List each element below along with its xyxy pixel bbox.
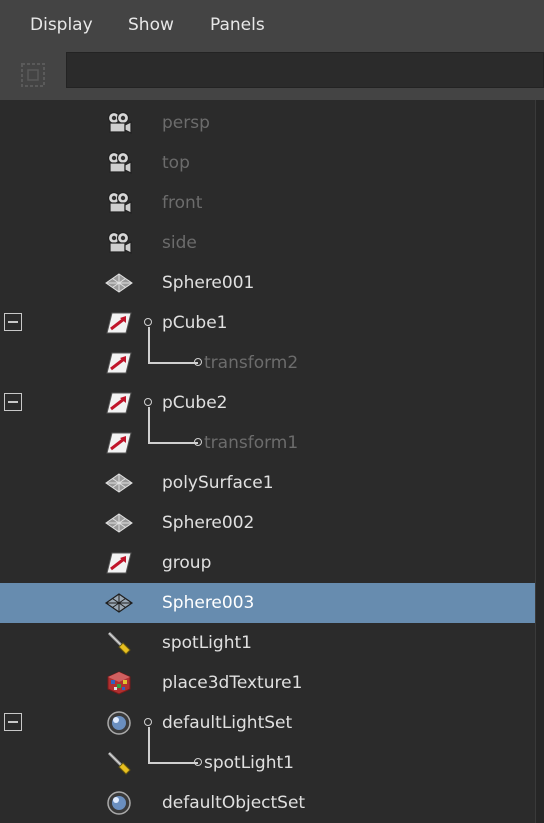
set-icon <box>107 791 131 815</box>
transform-icon <box>106 392 132 414</box>
list-item[interactable]: Sphere001 <box>0 263 536 303</box>
list-item[interactable]: persp <box>0 103 536 143</box>
mesh-icon <box>105 513 133 533</box>
menu-bar: Display Show Panels <box>0 0 544 49</box>
hierarchy-line <box>148 762 198 764</box>
item-label: persp <box>162 113 210 133</box>
scrollbar[interactable] <box>535 100 544 823</box>
mesh-icon <box>104 593 134 613</box>
mesh-icon <box>105 473 133 493</box>
hierarchy-node-icon <box>194 758 202 766</box>
list-item[interactable]: transform1 <box>0 423 536 463</box>
list-item[interactable]: side <box>0 223 536 263</box>
list-item[interactable]: pCube2 <box>0 383 536 423</box>
hierarchy-line <box>148 407 150 443</box>
list-item[interactable]: spotLight1 <box>0 623 536 663</box>
list-item[interactable]: top <box>0 143 536 183</box>
collapse-toggle[interactable] <box>4 393 22 411</box>
item-label: polySurface1 <box>162 473 274 493</box>
item-label: Sphere003 <box>162 593 255 613</box>
item-label: defaultObjectSet <box>162 793 306 813</box>
menu-show[interactable]: Show <box>128 15 174 35</box>
search-field[interactable] <box>66 52 544 88</box>
list-item[interactable]: Sphere002 <box>0 503 536 543</box>
texture-placement-icon <box>107 671 131 695</box>
hierarchy-line <box>148 727 150 763</box>
item-label: pCube1 <box>162 313 228 333</box>
item-label: Sphere001 <box>162 273 255 293</box>
mesh-icon <box>105 273 133 293</box>
item-label: transform1 <box>204 433 299 453</box>
set-icon <box>107 711 131 735</box>
spotlight-icon <box>107 631 131 655</box>
transform-icon <box>106 312 132 334</box>
camera-icon <box>107 231 132 254</box>
hierarchy-node-icon <box>144 718 152 726</box>
list-item[interactable]: spotLight1 <box>0 743 536 783</box>
item-label: Sphere002 <box>162 513 255 533</box>
item-label: top <box>162 153 190 173</box>
filter-icon[interactable] <box>20 62 46 88</box>
item-label: group <box>162 553 212 573</box>
list-item[interactable]: transform2 <box>0 343 536 383</box>
spotlight-icon <box>107 751 131 775</box>
outliner-list: persp top front side Sphere001 pCube1 tr… <box>0 100 536 823</box>
transform-icon <box>106 352 132 374</box>
hierarchy-line <box>148 362 198 364</box>
menu-display[interactable]: Display <box>30 15 93 35</box>
list-item-selected[interactable]: Sphere003 <box>0 583 536 623</box>
camera-icon <box>107 191 132 214</box>
item-label: pCube2 <box>162 393 228 413</box>
hierarchy-node-icon <box>144 398 152 406</box>
transform-icon <box>106 552 132 574</box>
list-item[interactable]: pCube1 <box>0 303 536 343</box>
hierarchy-node-icon <box>194 358 202 366</box>
collapse-toggle[interactable] <box>4 313 22 331</box>
item-label: spotLight1 <box>162 633 252 653</box>
list-item[interactable]: front <box>0 183 536 223</box>
item-label: defaultLightSet <box>162 713 293 733</box>
list-item[interactable]: group <box>0 543 536 583</box>
transform-icon <box>106 432 132 454</box>
list-item[interactable]: defaultLightSet <box>0 703 536 743</box>
hierarchy-node-icon <box>144 318 152 326</box>
list-item[interactable]: polySurface1 <box>0 463 536 503</box>
hierarchy-node-icon <box>194 438 202 446</box>
item-label: place3dTexture1 <box>162 673 303 693</box>
list-item[interactable]: defaultObjectSet <box>0 783 536 823</box>
hierarchy-line <box>148 327 150 363</box>
hierarchy-line <box>148 442 198 444</box>
camera-icon <box>107 151 132 174</box>
outliner-window: Display Show Panels persp top front side… <box>0 0 544 823</box>
item-label: transform2 <box>204 353 299 373</box>
list-item[interactable]: place3dTexture1 <box>0 663 536 703</box>
item-label: front <box>162 193 203 213</box>
camera-icon <box>107 111 132 134</box>
collapse-toggle[interactable] <box>4 713 22 731</box>
item-label: side <box>162 233 197 253</box>
menu-panels[interactable]: Panels <box>210 15 265 35</box>
item-label: spotLight1 <box>204 753 294 773</box>
